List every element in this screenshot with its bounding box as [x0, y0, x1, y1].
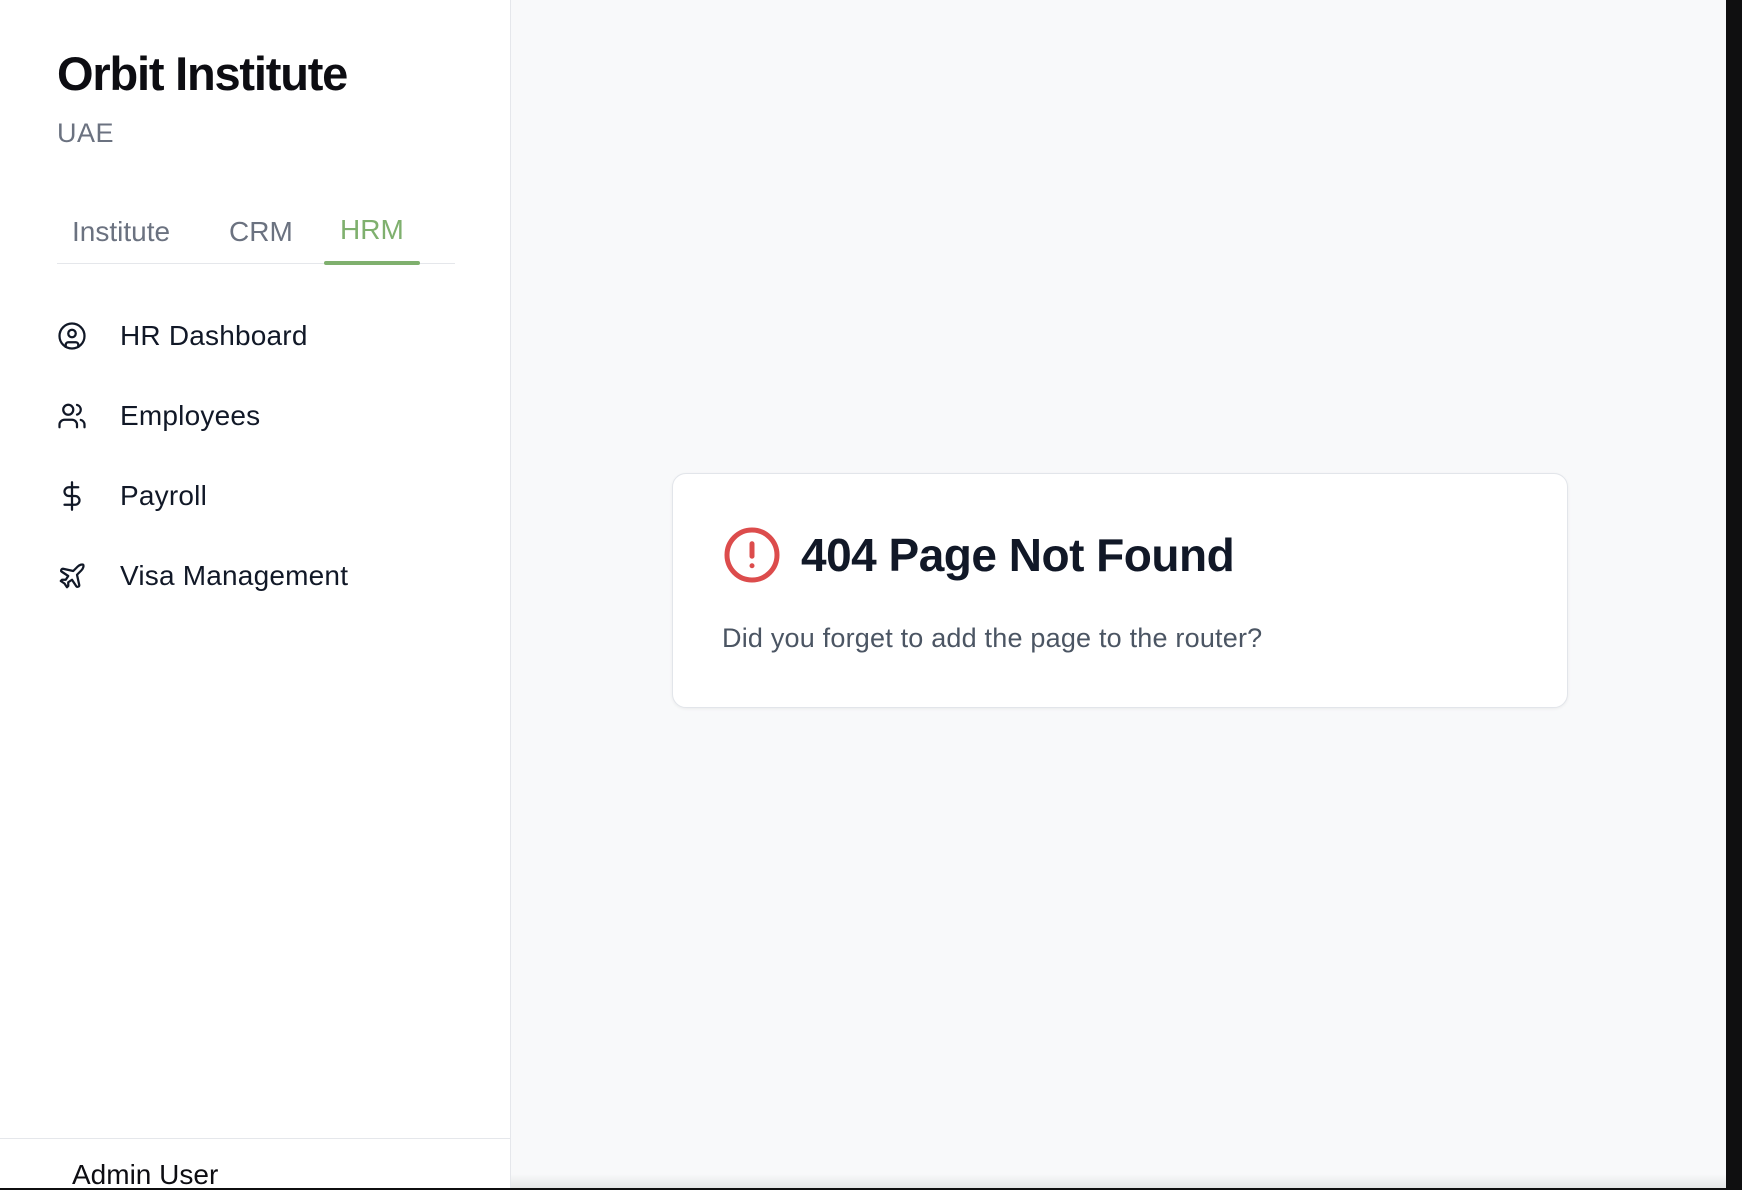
sidebar-item-payroll[interactable]: Payroll: [57, 470, 348, 522]
brand-title: Orbit Institute: [57, 47, 348, 100]
dollar-icon: [57, 481, 87, 511]
sidebar-item-label: Payroll: [120, 480, 207, 511]
tab-hrm[interactable]: HRM: [340, 214, 404, 246]
main-content: 404 Page Not Found Did you forget to add…: [511, 0, 1726, 1188]
user-circle-icon: [57, 321, 87, 351]
tab-institute[interactable]: Institute: [72, 216, 170, 248]
sidebar-nav: HR Dashboard Employees Payroll Visa Mana…: [57, 310, 348, 630]
brand-subtitle: UAE: [57, 118, 115, 148]
sidebar: Orbit Institute UAE Institute CRM HRM HR…: [0, 0, 511, 1188]
active-tab-indicator: [324, 261, 420, 265]
alert-circle-icon: [724, 527, 780, 583]
bottom-edge-shadow: [511, 1174, 1726, 1188]
plane-icon: [57, 561, 87, 591]
current-user-name[interactable]: Admin User: [72, 1159, 218, 1188]
sidebar-item-employees[interactable]: Employees: [57, 390, 348, 442]
app-window: Orbit Institute UAE Institute CRM HRM HR…: [0, 0, 1726, 1188]
sidebar-footer: Admin User: [0, 1138, 510, 1188]
sidebar-item-label: HR Dashboard: [120, 320, 308, 351]
sidebar-item-label: Employees: [120, 400, 261, 431]
sidebar-item-hr-dashboard[interactable]: HR Dashboard: [57, 310, 348, 362]
module-tabs: Institute CRM HRM: [57, 206, 455, 265]
sidebar-item-visa-management[interactable]: Visa Management: [57, 550, 348, 602]
sidebar-item-label: Visa Management: [120, 560, 349, 591]
users-icon: [57, 401, 87, 431]
error-card: 404 Page Not Found Did you forget to add…: [672, 473, 1568, 708]
error-title: 404 Page Not Found: [801, 529, 1235, 581]
error-header: 404 Page Not Found: [722, 525, 1235, 585]
tab-crm[interactable]: CRM: [229, 216, 293, 248]
error-message: Did you forget to add the page to the ro…: [722, 623, 1263, 653]
